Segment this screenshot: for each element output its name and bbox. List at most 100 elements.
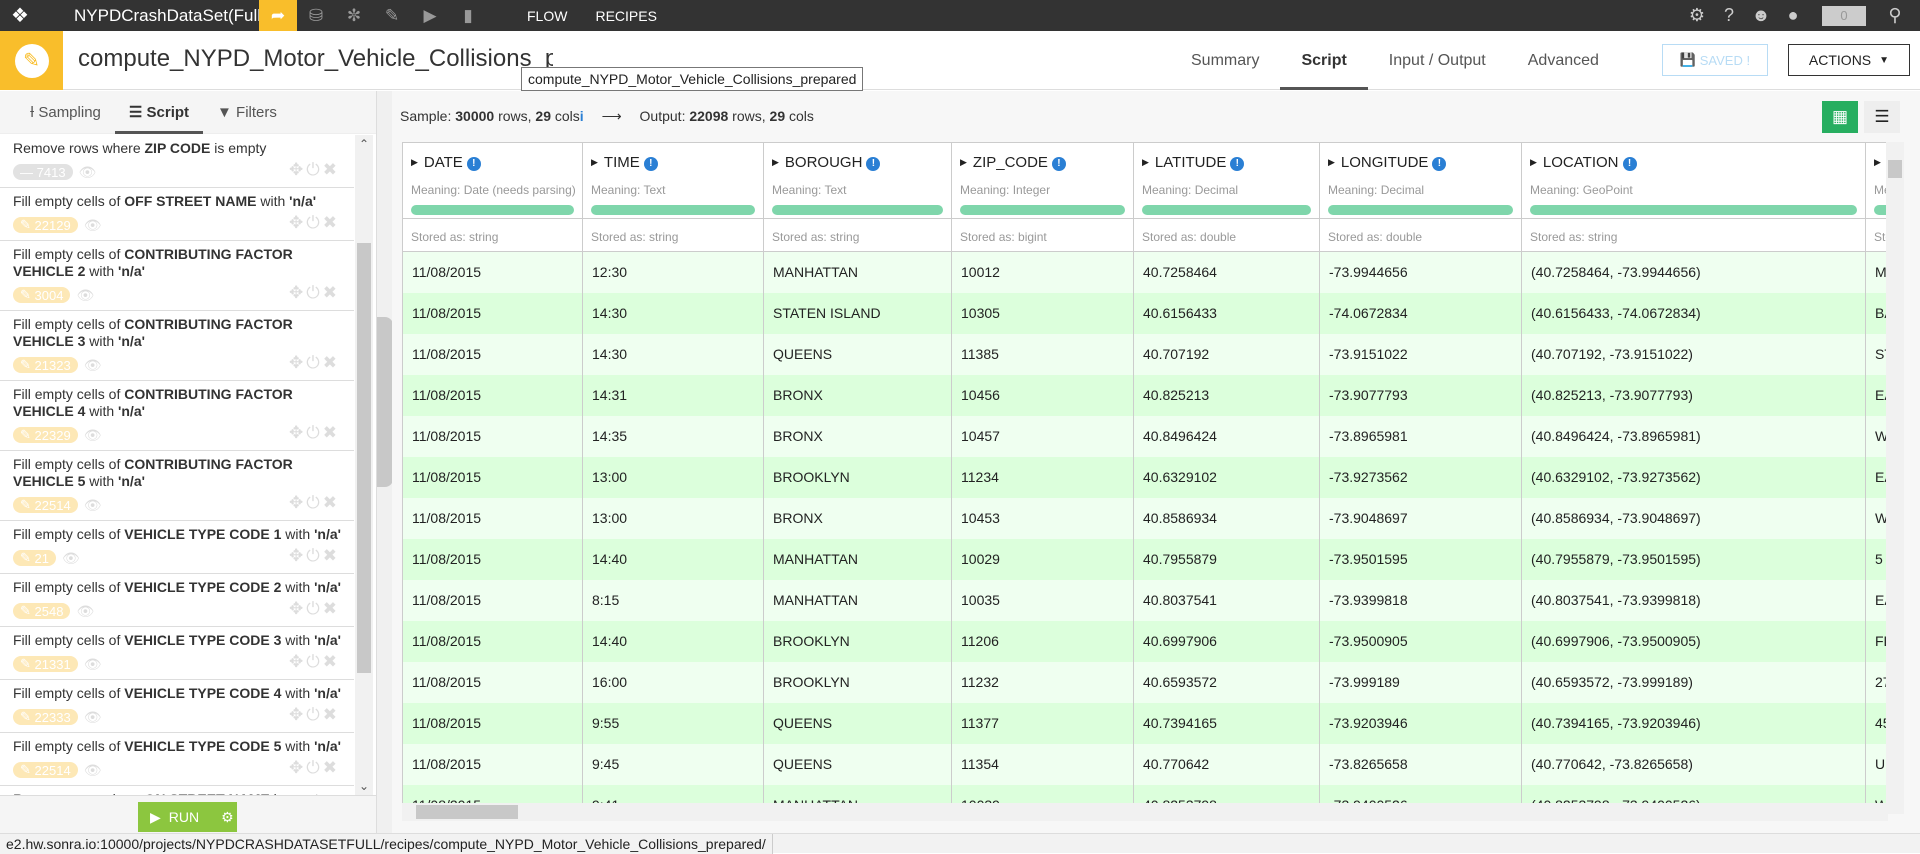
eye-icon[interactable]: 👁 <box>62 550 80 567</box>
tab-input-output[interactable]: Input / Output <box>1368 31 1507 90</box>
table-cell[interactable]: 11/08/2015 <box>403 744 583 785</box>
move-icon[interactable]: ✥ <box>289 213 306 232</box>
notebooks-icon[interactable]: ✎ <box>373 0 411 31</box>
move-icon[interactable]: ✥ <box>289 160 306 179</box>
tab-advanced[interactable]: Advanced <box>1507 31 1620 90</box>
warning-icon[interactable]: ! <box>1051 157 1066 171</box>
column-header[interactable]: ▶ LONGITUDE! Meaning: Decimal Stored as: do… <box>1320 143 1522 252</box>
delete-icon[interactable]: ✖ <box>323 213 340 232</box>
table-cell[interactable]: (40.707192, -73.9151022) <box>1522 334 1866 375</box>
table-cell[interactable]: -73.9048697 <box>1320 498 1522 539</box>
gear-icon[interactable]: ⚙ <box>1686 5 1708 26</box>
table-cell[interactable]: (40.7258464, -73.9944656) <box>1522 252 1866 293</box>
table-cell[interactable]: 10305 <box>952 293 1134 334</box>
warning-icon[interactable]: ! <box>866 157 881 171</box>
table-cell[interactable]: -73.8965981 <box>1320 416 1522 457</box>
table-cell[interactable]: -73.9203946 <box>1320 703 1522 744</box>
table-cell[interactable]: 27 <box>1866 662 1887 703</box>
table-cell[interactable]: 11385 <box>952 334 1134 375</box>
warning-icon[interactable]: ! <box>1622 157 1637 171</box>
delete-icon[interactable]: ✖ <box>323 160 340 179</box>
table-cell[interactable]: BRONX <box>764 375 952 416</box>
recipes-icon[interactable]: ✼ <box>335 0 373 31</box>
table-cell[interactable]: EA <box>1866 375 1887 416</box>
actions-button[interactable]: ACTIONS ▼ <box>1788 44 1910 76</box>
info-icon[interactable]: i <box>580 108 584 124</box>
power-icon[interactable]: ⏻ <box>306 599 322 618</box>
table-cell[interactable]: 40.707192 <box>1134 334 1320 375</box>
table-cell[interactable]: 14:30 <box>583 334 764 375</box>
nav-recipes[interactable]: RECIPES <box>595 8 656 24</box>
move-icon[interactable]: ✥ <box>289 599 306 618</box>
table-cell[interactable]: 40.7258464 <box>1134 252 1320 293</box>
table-cell[interactable]: 11/08/2015 <box>403 580 583 621</box>
delete-icon[interactable]: ✖ <box>323 283 340 302</box>
table-cell[interactable]: 11377 <box>952 703 1134 744</box>
tab-filters[interactable]: ▼ Filters <box>203 91 291 134</box>
table-horizontal-scrollbar[interactable] <box>402 803 1888 821</box>
steps-scrollbar[interactable]: ⌃ ⌄ <box>355 135 373 795</box>
table-cell[interactable]: 11/08/2015 <box>403 498 583 539</box>
eye-icon[interactable]: 👁 <box>84 656 102 673</box>
table-cell[interactable]: 11234 <box>952 457 1134 498</box>
table-cell[interactable]: MANHATTAN <box>764 580 952 621</box>
table-cell[interactable]: (40.6593572, -73.999189) <box>1522 662 1866 703</box>
table-cell[interactable]: EA <box>1866 580 1887 621</box>
table-cell[interactable]: 40.7394165 <box>1134 703 1320 744</box>
datasets-icon[interactable]: ⛁ <box>297 0 335 31</box>
power-icon[interactable]: ⏻ <box>306 423 322 442</box>
table-cell[interactable]: 12:30 <box>583 252 764 293</box>
table-cell[interactable]: BA <box>1866 293 1887 334</box>
table-cell[interactable]: 40.6593572 <box>1134 662 1320 703</box>
move-icon[interactable]: ✥ <box>289 546 306 565</box>
table-cell[interactable]: MANHATTAN <box>764 539 952 580</box>
table-cell[interactable]: 40.8037541 <box>1134 580 1320 621</box>
move-icon[interactable]: ✥ <box>289 652 306 671</box>
table-cell[interactable]: (40.7955879, -73.9501595) <box>1522 539 1866 580</box>
table-cell[interactable]: 40.7955879 <box>1134 539 1320 580</box>
caret-right-icon[interactable]: ▶ <box>1142 157 1149 167</box>
table-cell[interactable]: 10453 <box>952 498 1134 539</box>
script-step[interactable]: Fill empty cells of OFF STREET NAME with… <box>0 188 354 241</box>
table-cell[interactable]: QUEENS <box>764 703 952 744</box>
table-cell[interactable]: 9:45 <box>583 744 764 785</box>
caret-right-icon[interactable]: ▶ <box>772 157 779 167</box>
script-step[interactable]: Fill empty cells of VEHICLE TYPE CODE 2 … <box>0 574 354 627</box>
script-step[interactable]: Fill empty cells of CONTRIBUTING FACTOR … <box>0 241 354 311</box>
power-icon[interactable]: ⏻ <box>306 758 322 777</box>
column-header[interactable]: ▶ON!MeaniStored <box>1866 143 1887 252</box>
table-cell[interactable]: -74.0672834 <box>1320 293 1522 334</box>
table-cell[interactable]: -73.9944656 <box>1320 252 1522 293</box>
caret-right-icon[interactable]: ▶ <box>1328 157 1335 167</box>
table-cell[interactable]: -73.9151022 <box>1320 334 1522 375</box>
table-cell[interactable]: M <box>1866 252 1887 293</box>
eye-icon[interactable]: 👁 <box>84 709 102 726</box>
power-icon[interactable]: ⏻ <box>306 283 322 302</box>
script-step[interactable]: Remove rows where ZIP CODE is empty — 741… <box>0 135 354 188</box>
table-cell[interactable]: BRONX <box>764 416 952 457</box>
table-cell[interactable]: W <box>1866 498 1887 539</box>
table-cell[interactable]: 14:35 <box>583 416 764 457</box>
table-cell[interactable]: 10012 <box>952 252 1134 293</box>
table-cell[interactable]: 16:00 <box>583 662 764 703</box>
script-step[interactable]: Fill empty cells of VEHICLE TYPE CODE 3 … <box>0 627 354 680</box>
project-name[interactable]: NYPDCrashDataSet(Full) <box>74 6 267 26</box>
search-icon[interactable]: ⚲ <box>1884 5 1906 26</box>
caret-right-icon[interactable]: ▶ <box>591 157 598 167</box>
table-cell[interactable]: 14:31 <box>583 375 764 416</box>
table-cell[interactable]: -73.9501595 <box>1320 539 1522 580</box>
table-cell[interactable]: -73.9077793 <box>1320 375 1522 416</box>
script-step[interactable]: Fill empty cells of VEHICLE TYPE CODE 1 … <box>0 521 354 574</box>
delete-icon[interactable]: ✖ <box>323 546 340 565</box>
table-cell[interactable]: 40.825213 <box>1134 375 1320 416</box>
power-icon[interactable]: ⏻ <box>306 160 322 179</box>
delete-icon[interactable]: ✖ <box>323 652 340 671</box>
table-cell[interactable]: (40.8037541, -73.9399818) <box>1522 580 1866 621</box>
column-header[interactable]: ▶ TIME! Meaning: Text Stored as: string <box>583 143 764 252</box>
script-step[interactable]: Fill empty cells of VEHICLE TYPE CODE 5 … <box>0 733 354 786</box>
table-cell[interactable]: -73.9500905 <box>1320 621 1522 662</box>
column-header[interactable]: ▶ LOCATION! Meaning: GeoPoint Stored as: st… <box>1522 143 1866 252</box>
table-cell[interactable]: 11/08/2015 <box>403 621 583 662</box>
tab-sampling[interactable]: Ɨ Sampling <box>16 91 115 134</box>
table-cell[interactable]: -73.999189 <box>1320 662 1522 703</box>
